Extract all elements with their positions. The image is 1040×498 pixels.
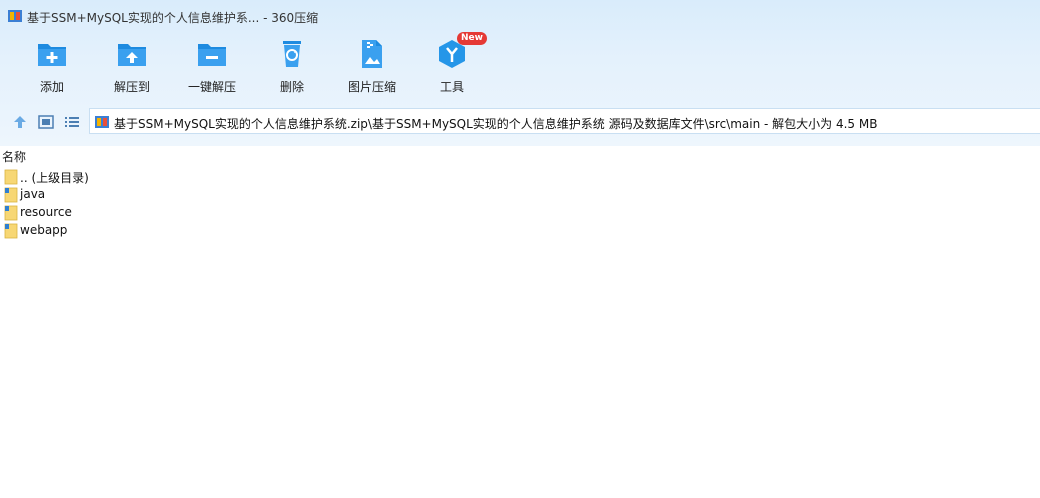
image-compress-label: 图片压缩 (347, 80, 396, 94)
one-click-extract-label: 一键解压 (187, 80, 236, 94)
address-bar[interactable]: 基于SSM+MySQL实现的个人信息维护系统.zip\基于SSM+MySQL实现… (89, 108, 1040, 134)
list-item[interactable]: webapp (0, 222, 300, 240)
image-zip-icon (362, 40, 382, 68)
folder-icon (4, 169, 18, 185)
toolbar: 添加 解压到 一键解压 删除 图片压缩 New 工具 (0, 32, 1040, 98)
top-chrome: 基于SSM+MySQL实现的个人信息维护系... - 360压缩 添加 解压到 (0, 0, 1040, 146)
tools-label: 工具 (439, 80, 464, 94)
list-item-name: resource (20, 205, 72, 219)
folder-icon (4, 223, 18, 239)
current-path: 基于SSM+MySQL实现的个人信息维护系统.zip\基于SSM+MySQL实现… (114, 117, 878, 131)
add-label: 添加 (39, 80, 64, 94)
archive-icon (95, 116, 109, 128)
archive-app-icon (8, 10, 22, 22)
delete-label: 删除 (279, 80, 304, 94)
new-badge: New (457, 32, 487, 45)
list-item[interactable]: java (0, 186, 300, 204)
folder-icon (4, 205, 18, 221)
add-button[interactable]: 添加 (14, 38, 90, 98)
folder-add-icon (38, 44, 66, 66)
up-arrow-icon[interactable] (11, 113, 29, 131)
image-compress-button[interactable]: 图片压缩 (334, 38, 410, 98)
delete-button[interactable]: 删除 (254, 38, 330, 98)
list-item-parent-dir[interactable]: .. (上级目录) (0, 168, 300, 186)
folder-extract-icon (118, 44, 146, 66)
recycle-bin-icon (283, 41, 301, 67)
list-item-name: java (20, 187, 46, 201)
extract-to-label: 解压到 (113, 80, 150, 94)
file-list-header: 名称 (0, 146, 1040, 164)
folder-icon (4, 187, 18, 203)
one-click-extract-button[interactable]: 一键解压 (174, 38, 250, 98)
list-view-icon[interactable] (63, 113, 81, 131)
list-item[interactable]: resource (0, 204, 300, 222)
list-item-name: webapp (20, 223, 68, 237)
list-item-name: .. (上级目录) (20, 171, 89, 185)
folder-quick-extract-icon (198, 44, 226, 66)
navigation-row: 基于SSM+MySQL实现的个人信息维护系统.zip\基于SSM+MySQL实现… (0, 108, 1040, 136)
column-header-name[interactable]: 名称 (2, 148, 26, 165)
thumbnail-view-icon[interactable] (37, 113, 55, 131)
title-bar: 基于SSM+MySQL实现的个人信息维护系... - 360压缩 (0, 0, 1040, 32)
extract-to-button[interactable]: 解压到 (94, 38, 170, 98)
tools-button[interactable]: New 工具 (414, 32, 490, 98)
window-title: 基于SSM+MySQL实现的个人信息维护系... - 360压缩 (27, 11, 319, 25)
